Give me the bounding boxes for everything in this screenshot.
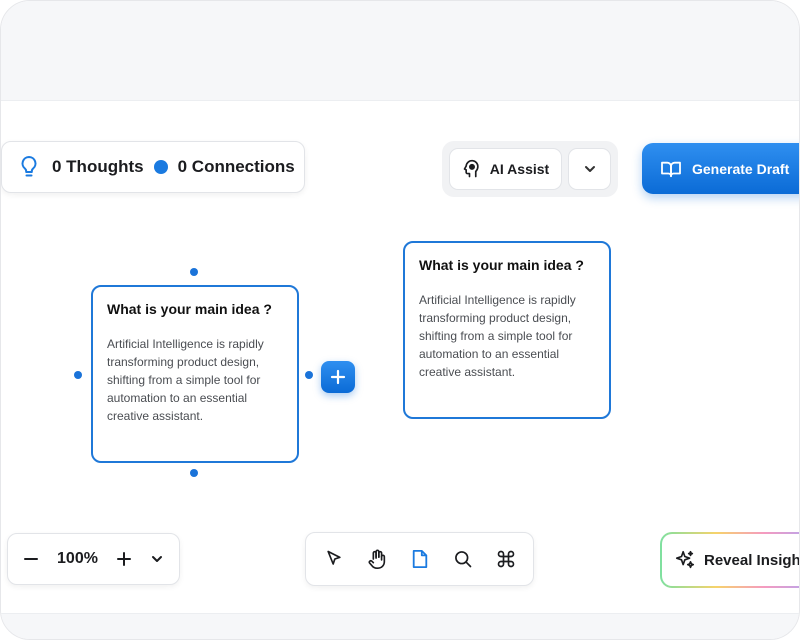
ai-assist-button[interactable]: AI Assist bbox=[449, 148, 562, 190]
plus-icon bbox=[116, 552, 131, 566]
cursor-icon bbox=[326, 550, 341, 565]
book-open-icon bbox=[660, 160, 682, 178]
reveal-insights-button[interactable]: Reveal Insights bbox=[660, 532, 800, 588]
connections-count: 0 Connections bbox=[177, 157, 295, 176]
ai-options-dropdown[interactable] bbox=[568, 148, 611, 190]
connection-handle-top[interactable] bbox=[190, 268, 198, 276]
reveal-insights-inner: Reveal Insights bbox=[662, 534, 800, 586]
thoughts-count: 0 Thoughts bbox=[52, 157, 144, 176]
idea-card-body: Artificial Intelligence is rapidly trans… bbox=[107, 337, 264, 423]
connection-handle-left[interactable] bbox=[74, 371, 82, 379]
idea-card-title: What is your main idea ? bbox=[419, 257, 584, 273]
chevron-down-icon bbox=[583, 162, 597, 176]
ai-assist-label: AI Assist bbox=[489, 161, 550, 177]
zoom-in-button[interactable] bbox=[116, 551, 132, 567]
tool-palette bbox=[305, 532, 534, 586]
chevron-down-icon bbox=[151, 556, 162, 562]
search-icon bbox=[454, 551, 471, 568]
bottom-bar bbox=[1, 613, 799, 639]
search-tool[interactable] bbox=[447, 543, 479, 575]
zoom-control: 100% bbox=[7, 533, 180, 585]
ai-assist-group: AI Assist bbox=[442, 141, 618, 197]
idea-card-title: What is your main idea ? bbox=[107, 301, 272, 317]
lightbulb-icon bbox=[20, 155, 38, 179]
hand-icon bbox=[368, 549, 385, 569]
head-icon bbox=[462, 159, 482, 179]
zoom-level: 100% bbox=[57, 550, 98, 567]
canvas-frame: 0 Thoughts 0 Connections AI Assist Gener… bbox=[0, 0, 800, 640]
connection-handle-right[interactable] bbox=[305, 371, 313, 379]
zoom-dropdown[interactable] bbox=[150, 552, 164, 566]
generate-draft-label: Generate Draft bbox=[692, 160, 790, 177]
note-tool[interactable] bbox=[404, 543, 436, 575]
idea-card[interactable]: What is your main idea ? Artificial Inte… bbox=[403, 241, 611, 419]
reveal-insights-label: Reveal Insights bbox=[704, 551, 800, 569]
minus-icon bbox=[24, 558, 38, 560]
connection-handle-bottom[interactable] bbox=[190, 469, 198, 477]
generate-draft-button[interactable]: Generate Draft bbox=[642, 143, 799, 194]
command-tool[interactable] bbox=[490, 543, 522, 575]
zoom-out-button[interactable] bbox=[23, 551, 39, 567]
stats-panel: 0 Thoughts 0 Connections bbox=[1, 141, 305, 193]
select-tool[interactable] bbox=[318, 543, 350, 575]
document-icon bbox=[412, 550, 427, 568]
command-icon bbox=[497, 550, 514, 568]
sparkles-icon bbox=[674, 549, 696, 571]
pan-tool[interactable] bbox=[361, 543, 393, 575]
top-bar bbox=[1, 1, 799, 101]
idea-card-body: Artificial Intelligence is rapidly trans… bbox=[419, 293, 576, 379]
plus-icon bbox=[330, 369, 346, 385]
dot-icon bbox=[153, 160, 168, 174]
add-node-button[interactable] bbox=[321, 361, 355, 393]
idea-card[interactable]: What is your main idea ? Artificial Inte… bbox=[91, 285, 299, 463]
